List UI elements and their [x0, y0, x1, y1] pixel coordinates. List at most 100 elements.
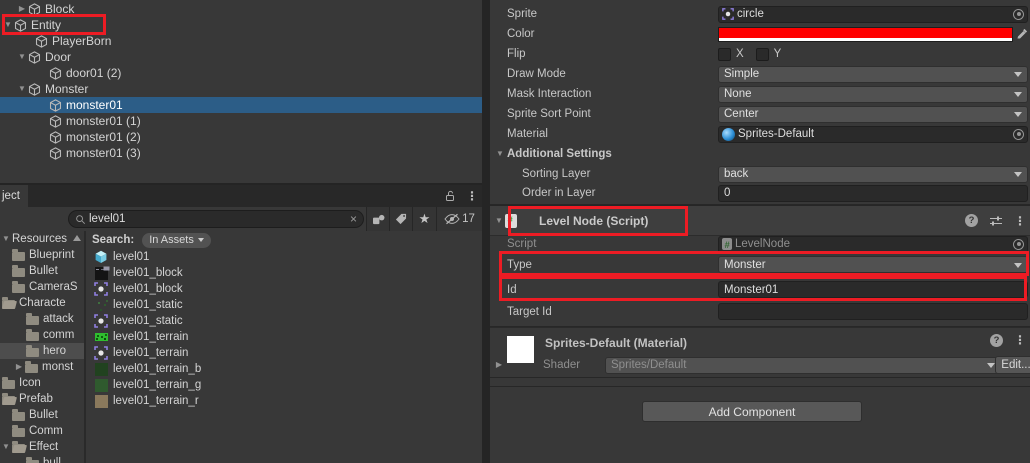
hierarchy-item-door01[interactable]: door01 (2): [0, 65, 482, 81]
type-value: Monster: [724, 259, 766, 271]
scrollbar-up-arrow[interactable]: [73, 235, 81, 241]
edit-shader-button[interactable]: Edit...: [995, 356, 1030, 374]
chevron-right-icon[interactable]: ▶: [493, 361, 505, 369]
folder-item-resources[interactable]: ▼ Resources: [0, 231, 84, 247]
flip-y-checkbox[interactable]: [756, 48, 769, 61]
folder-item-effect[interactable]: ▼ Effect: [0, 439, 84, 455]
folder-item-prefab[interactable]: Prefab: [0, 391, 84, 407]
chevron-right-icon[interactable]: ▶: [16, 5, 28, 13]
chevron-right-icon[interactable]: ▶: [13, 363, 25, 371]
chevron-down-icon[interactable]: ▼: [0, 443, 12, 451]
folder-item-prefab-bullet[interactable]: Bullet: [0, 407, 84, 423]
sprite-value: circle: [737, 8, 764, 20]
hierarchy-item-monster01-3[interactable]: monster01 (3): [0, 145, 482, 161]
target-id-field[interactable]: [718, 303, 1028, 320]
kebab-menu-icon[interactable]: ⋮: [466, 190, 478, 202]
object-picker-icon[interactable]: [1013, 129, 1024, 140]
asset-item-level01[interactable]: level01: [90, 249, 482, 265]
search-input[interactable]: level01 ×: [68, 210, 364, 228]
help-icon[interactable]: ?: [990, 334, 1003, 347]
sprite-sort-point-dropdown[interactable]: Center: [718, 106, 1028, 123]
eyedropper-icon[interactable]: [1016, 28, 1028, 40]
search-filter-buttons: ★ 17: [366, 207, 482, 231]
folder-item-bull[interactable]: bull: [0, 455, 84, 463]
asset-item-level01-terrain-sprite[interactable]: level01_terrain: [90, 345, 482, 361]
sprite-object-field[interactable]: circle: [718, 6, 1028, 23]
folder-item-cameras[interactable]: CameraS: [0, 279, 84, 295]
mask-interaction-dropdown[interactable]: None: [718, 86, 1028, 103]
add-component-button[interactable]: Add Component: [642, 401, 862, 422]
folder-label: CameraS: [29, 281, 78, 293]
id-field[interactable]: Monster01: [718, 281, 1028, 298]
shader-dropdown[interactable]: Sprites/Default: [605, 357, 1001, 374]
clear-search-icon[interactable]: ×: [350, 212, 357, 226]
filter-by-type-button[interactable]: [366, 207, 389, 231]
script-object-field[interactable]: LevelNode: [718, 236, 1028, 253]
kebab-menu-icon[interactable]: ⋮: [1014, 215, 1026, 227]
cube-icon: [28, 83, 41, 96]
folder-label: Effect: [29, 441, 58, 453]
favorites-button[interactable]: ★: [412, 207, 436, 231]
order-in-layer-field[interactable]: 0: [718, 185, 1028, 202]
presets-icon[interactable]: [989, 215, 1003, 227]
chevron-down-icon[interactable]: ▼: [16, 53, 28, 61]
filter-by-label-button[interactable]: [389, 207, 412, 231]
folder-item-blueprint[interactable]: Blueprint: [0, 247, 84, 263]
draw-mode-dropdown[interactable]: Simple: [718, 66, 1028, 83]
target-id-label: Target Id: [507, 306, 718, 318]
folder-item-prefab-comm[interactable]: Comm: [0, 423, 84, 439]
inspector-scrollbar[interactable]: [482, 0, 490, 463]
lock-open-icon[interactable]: [444, 190, 456, 202]
chevron-down-icon[interactable]: ▼: [16, 85, 28, 93]
color-swatch[interactable]: [718, 27, 1013, 42]
folder-item-hero-selected[interactable]: hero: [0, 343, 84, 359]
chevron-down-icon[interactable]: ▼: [493, 217, 505, 225]
help-icon[interactable]: ?: [965, 214, 978, 227]
folder-item-attack[interactable]: attack: [0, 311, 84, 327]
asset-item-level01-static-tilemap[interactable]: level01_static: [90, 297, 482, 313]
eye-off-icon: [444, 213, 460, 225]
folder-item-comm[interactable]: comm: [0, 327, 84, 343]
hierarchy-item-playerborn[interactable]: PlayerBorn: [0, 33, 482, 49]
chevron-down-icon[interactable]: ▼: [0, 235, 12, 243]
chevron-down-icon: [198, 238, 204, 242]
object-picker-icon[interactable]: [1013, 239, 1024, 250]
kebab-menu-icon[interactable]: ⋮: [1014, 334, 1026, 346]
chevron-down-icon[interactable]: ▼: [2, 21, 14, 29]
tab-project[interactable]: ject: [0, 185, 28, 207]
asset-item-level01-terrain-b[interactable]: level01_terrain_b: [90, 361, 482, 377]
target-id-row: Target Id: [490, 302, 1030, 321]
flip-x-label: X: [736, 48, 744, 60]
asset-item-level01-block-tilemap[interactable]: level01_block: [90, 265, 482, 281]
cube-icon: [28, 51, 41, 64]
flip-x-checkbox[interactable]: [718, 48, 731, 61]
type-dropdown[interactable]: Monster: [718, 256, 1028, 273]
chevron-down-icon: [1014, 72, 1022, 77]
folder-item-bullet[interactable]: Bullet: [0, 263, 84, 279]
hierarchy-item-entity[interactable]: ▼ Entity: [0, 17, 482, 33]
level-node-component-header[interactable]: ▼ Level Node (Script) ? ⋮: [490, 205, 1030, 236]
hierarchy-item-label: monster01 (1): [66, 114, 141, 128]
asset-item-level01-terrain-pixels[interactable]: level01_terrain: [90, 329, 482, 345]
hierarchy-item-monster01-2[interactable]: monster01 (2): [0, 129, 482, 145]
object-picker-icon[interactable]: [1013, 9, 1024, 20]
project-asset-list: Search: In Assets level01 level01_block: [84, 231, 482, 463]
asset-item-level01-block-sprite[interactable]: level01_block: [90, 281, 482, 297]
scope-in-assets-button[interactable]: In Assets: [142, 233, 211, 248]
asset-label: level01_block: [113, 283, 183, 295]
folder-item-character[interactable]: Characte: [0, 295, 84, 311]
hierarchy-item-monster01-1[interactable]: monster01 (1): [0, 113, 482, 129]
asset-item-level01-terrain-g[interactable]: level01_terrain_g: [90, 377, 482, 393]
asset-item-level01-terrain-r[interactable]: level01_terrain_r: [90, 393, 482, 409]
hierarchy-item-monster01-selected[interactable]: monster01: [0, 97, 482, 113]
hierarchy-item-monster[interactable]: ▼ Monster: [0, 81, 482, 97]
asset-item-level01-static-sprite[interactable]: level01_static: [90, 313, 482, 329]
folder-item-monst[interactable]: ▶ monst: [0, 359, 84, 375]
sorting-layer-dropdown[interactable]: back: [718, 166, 1028, 183]
hierarchy-item-block[interactable]: ▶ Block: [0, 1, 482, 17]
hierarchy-item-door[interactable]: ▼ Door: [0, 49, 482, 65]
hidden-results-button[interactable]: 17: [436, 207, 482, 231]
folder-item-icon[interactable]: Icon: [0, 375, 84, 391]
material-object-field[interactable]: Sprites-Default: [718, 126, 1028, 143]
additional-settings-foldout[interactable]: ▼ Additional Settings: [490, 144, 1030, 164]
